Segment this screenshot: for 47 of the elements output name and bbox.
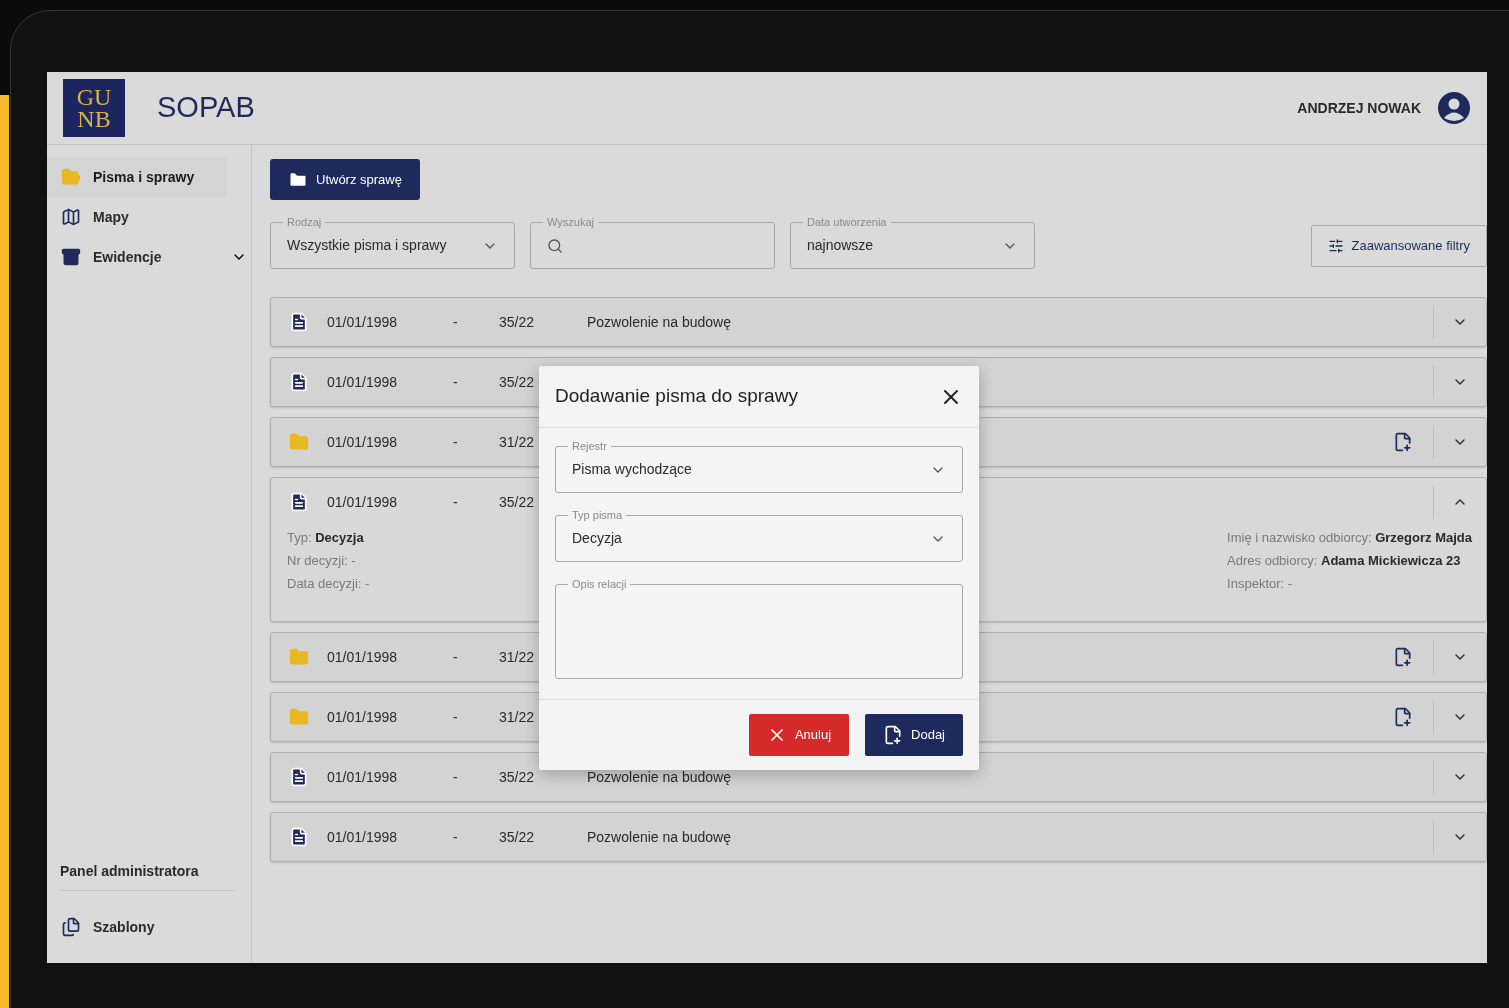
row-separator: - (453, 372, 459, 392)
field-label: Wyszukaj (543, 215, 598, 229)
user-name: ANDRZEJ NOWAK (1297, 98, 1421, 118)
row-title: Pozwolenie na budowę (587, 767, 731, 787)
row-date: 01/01/1998 (327, 707, 399, 727)
field-label: Data utworzenia (803, 215, 891, 229)
field-label: Typ pisma (568, 508, 627, 522)
field-label: Opis relacji (568, 577, 631, 591)
row-number: 31/22 (499, 647, 536, 667)
detail-text: Inspektor: - (1227, 575, 1294, 593)
row-number: 35/22 (499, 372, 536, 392)
detail-text: Data decyzji: - (287, 575, 370, 593)
row-separator: - (453, 827, 459, 847)
row-separator: - (453, 492, 459, 512)
field-label: Rodzaj (283, 215, 326, 229)
detail-text: Nr decyzji: - (287, 552, 357, 570)
row-title: Pozwolenie na budowę (587, 827, 731, 847)
row-date: 01/01/1998 (327, 827, 399, 847)
row-number: 35/22 (499, 312, 536, 332)
row-number: 35/22 (499, 827, 536, 847)
row-number: 31/22 (499, 707, 536, 727)
row-separator: - (453, 432, 459, 452)
row-separator: - (453, 647, 459, 667)
row-number: 35/22 (499, 767, 536, 787)
field-value: najnowsze (807, 236, 874, 255)
row-date: 01/01/1998 (327, 432, 399, 452)
detail-text: Typ: Decyzja (287, 529, 365, 547)
row-date: 01/01/1998 (327, 372, 399, 392)
row-separator: - (453, 707, 459, 727)
row-separator: - (453, 767, 459, 787)
field-value: Decyzja (572, 529, 622, 548)
row-title: Pozwolenie na budowę (587, 312, 731, 332)
detail-text: Imię i nazwisko odbiorcy: Grzegorz Majda (1227, 529, 1472, 547)
field-label: Rejestr (568, 439, 611, 453)
section-title: Panel administratora (60, 861, 234, 891)
row-separator: - (453, 312, 459, 332)
row-date: 01/01/1998 (327, 767, 399, 787)
field-value: Pisma wychodzące (572, 460, 692, 479)
row-date: 01/01/1998 (327, 492, 399, 512)
dialog-title: Dodawanie pisma do sprawy (555, 384, 798, 409)
detail-text: Adres odbiorcy: Adama Mickiewicza 23 (1227, 552, 1462, 570)
row-number: 35/22 (499, 492, 536, 512)
row-date: 01/01/1998 (327, 312, 399, 332)
logo: GU NB (63, 79, 125, 137)
app-name: SOPAB (157, 90, 255, 126)
field-value: Wszystkie pisma i sprawy (287, 236, 447, 255)
row-date: 01/01/1998 (327, 647, 399, 667)
